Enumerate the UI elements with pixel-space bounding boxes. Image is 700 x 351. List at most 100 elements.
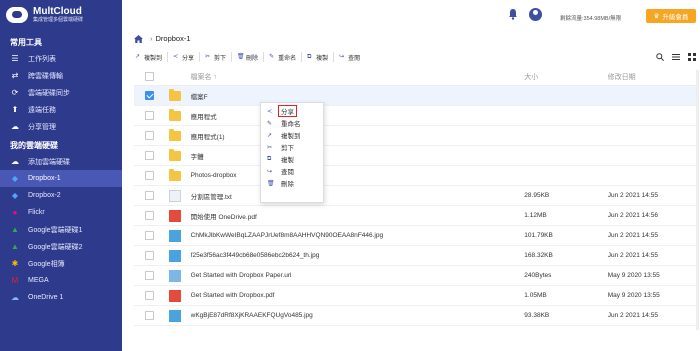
row-checkbox[interactable] [145, 91, 154, 100]
bell-icon[interactable] [507, 8, 519, 20]
table-row[interactable]: 檔案F [134, 86, 696, 106]
file-name[interactable]: Photos-dropbox [191, 172, 525, 179]
context-menu-label: 重命名 [281, 121, 301, 128]
sidebar-tool-item[interactable]: ⇄ 跨雲碟傳輸 [0, 67, 122, 84]
sidebar-tool-item[interactable]: ⟳ 雲端硬碟同步 [0, 84, 122, 101]
row-checkbox[interactable] [145, 231, 154, 240]
file-name[interactable]: Get Started with Dropbox.pdf [191, 292, 525, 299]
upgrade-button[interactable]: ♛ 升級會員 [646, 9, 696, 23]
toolbar-button-label: 分享 [182, 55, 195, 62]
sidebar-tool-item-label: 跨雲碟傳輸 [28, 72, 63, 80]
scrollbar[interactable] [696, 70, 699, 330]
toolbar-button[interactable]: ↪ 查閱 [334, 52, 365, 62]
sidebar-drive-item[interactable]: ▲ Google雲端硬碟2 [0, 238, 122, 255]
search-icon[interactable] [656, 53, 664, 61]
context-menu-item[interactable]: ✎ 重命名 [261, 117, 323, 129]
table-row[interactable]: Get Started with Dropbox.pdf 1.05MB May 9 … [134, 286, 696, 306]
table-row[interactable]: Photos-dropbox [134, 166, 696, 186]
sidebar-drive-item-label: 添加雲端硬碟 [28, 158, 70, 166]
row-checkbox[interactable] [145, 271, 154, 280]
sidebar-drive-item[interactable]: ✱ Google相簿 [0, 255, 122, 272]
logo[interactable]: MultCloud 集成管理多個雲端硬碟 [0, 0, 122, 30]
file-date: Jun 2 2021 14:56 [607, 212, 658, 219]
file-name[interactable]: Get Started with Dropbox Paper.url [191, 272, 525, 279]
drives-section-title: 我的雲端硬碟 [10, 141, 58, 150]
sidebar-tool-item[interactable]: ⬆ 遠端任務 [0, 101, 122, 118]
file-name[interactable]: 開始使用 OneDrive.pdf [191, 211, 525, 221]
traffic-remaining: 剩餘流量:354.98MB/無限 [560, 16, 622, 22]
row-checkbox[interactable] [145, 131, 154, 140]
file-name[interactable]: f25e3f56ac3f449cb68e0586ebc2b624_th.jpg [191, 252, 525, 259]
sidebar-drive-item[interactable]: ☁ OneDrive 1 [0, 289, 122, 306]
context-menu-item[interactable]: ⧉ 複製 [261, 153, 323, 165]
file-name[interactable]: 應用程式(1) [191, 131, 525, 141]
table-row[interactable]: Get Started with Dropbox Paper.url 240Byt… [134, 266, 696, 286]
sidebar-drive-item-label: Dropbox-2 [28, 192, 61, 199]
flickr-icon: ● [12, 208, 18, 217]
sidebar-drive-item[interactable]: ◆ Dropbox-2 [0, 187, 122, 204]
table-row[interactable]: 分割區管理.txt 28.95KB Jun 2 2021 14:55 [134, 186, 696, 206]
row-checkbox[interactable] [145, 211, 154, 220]
context-menu-label: 剪下 [281, 145, 294, 152]
file-name[interactable]: 分割區管理.txt [191, 191, 525, 201]
sidebar-drive-item[interactable]: ☁ 添加雲端硬碟 [0, 153, 122, 170]
toolbar-button[interactable]: ✂ 剪下 [200, 52, 233, 62]
file-name[interactable]: ChMkJlbKwWeIBqLZAAPJrUef8m8AAHHVQN90OEAA… [191, 232, 525, 239]
file-name[interactable]: 檔案F [191, 91, 525, 101]
column-size-header[interactable]: 大小 [524, 72, 607, 82]
toolbar-button[interactable]: ≺ 分享 [168, 52, 201, 62]
list-view-icon[interactable] [672, 53, 680, 61]
sidebar-drive-item[interactable]: ◆ Dropbox-1 [0, 170, 122, 187]
table-row[interactable]: wKgBjE87dRf8XjKRAAEKFQUgVo485.jpg 93.38KB… [134, 306, 696, 326]
row-checkbox[interactable] [145, 111, 154, 120]
row-checkbox[interactable] [145, 171, 154, 180]
row-checkbox[interactable] [145, 311, 154, 320]
grid-view-icon[interactable] [688, 53, 696, 61]
row-checkbox[interactable] [145, 151, 154, 160]
column-date-header[interactable]: 修改日期 [608, 72, 696, 82]
select-all-checkbox[interactable] [145, 72, 154, 81]
sidebar-tool-item-label: 分享管理 [28, 123, 56, 131]
rename-icon: ✎ [267, 120, 273, 127]
file-name[interactable]: 應用程式 [191, 111, 525, 121]
file-name[interactable]: 字體 [191, 151, 525, 161]
row-checkbox[interactable] [145, 191, 154, 200]
context-menu-item[interactable]: ↗ 複製到 [261, 129, 323, 141]
context-menu-item[interactable]: ✂ 剪下 [261, 141, 323, 153]
sidebar-drive-item[interactable]: M MEGA [0, 272, 122, 289]
file-name[interactable]: wKgBjE87dRf8XjKRAAEKFQUgVo485.jpg [191, 312, 525, 319]
toolbar-button[interactable]: 🗑 刪除 [232, 52, 265, 62]
table-row[interactable]: 開始使用 OneDrive.pdf 1.12MB Jun 2 2021 14:56 [134, 206, 696, 226]
folder-icon [168, 88, 181, 101]
file-size: 28.95KB [524, 192, 550, 199]
context-menu-item[interactable]: ≺ 分享 [261, 105, 323, 117]
tools-section-title: 常用工具 [10, 38, 42, 47]
file-date: May 9 2020 13:55 [607, 292, 660, 299]
column-name-header[interactable]: 檔案名 ↑ [190, 72, 524, 82]
row-checkbox[interactable] [145, 291, 154, 300]
context-menu: ≺ 分享 ✎ 重命名 ↗ 複製到 ✂ 剪下 ⧉ 複製 ↪ 查閱 🗑 刪除 [260, 102, 324, 203]
context-menu-item[interactable]: ↪ 查閱 [261, 165, 323, 177]
table-row[interactable]: 應用程式 [134, 106, 696, 126]
sidebar-tool-item-label: 雲端硬碟同步 [28, 89, 70, 97]
breadcrumb-current[interactable]: Dropbox-1 [156, 34, 191, 43]
sidebar-drive-item[interactable]: ▲ Google雲端硬碟1 [0, 221, 122, 238]
toolbar-button[interactable]: ↗ 複製到 [130, 52, 169, 62]
onedrive-icon: ☁ [11, 293, 19, 302]
table-row[interactable]: 字體 [134, 146, 696, 166]
sidebar-drive-item[interactable]: ● Flickr [0, 204, 122, 221]
context-menu-label: 刪除 [281, 181, 294, 188]
table-row[interactable]: 應用程式(1) [134, 126, 696, 146]
breadcrumb: › Dropbox-1 [134, 34, 191, 43]
file-size: 1.12MB [524, 212, 547, 219]
home-icon[interactable] [134, 34, 143, 43]
context-menu-item[interactable]: 🗑 刪除 [261, 177, 323, 189]
row-checkbox[interactable] [145, 251, 154, 260]
sidebar-tool-item[interactable]: ☰ 工作列表 [0, 50, 122, 67]
sidebar-tool-item[interactable]: ☁ 分享管理 [0, 118, 122, 135]
table-row[interactable]: ChMkJlbKwWeIBqLZAAPJrUef8m8AAHHVQN90OEAA… [134, 226, 696, 246]
table-row[interactable]: f25e3f56ac3f449cb68e0586ebc2b624_th.jpg 1… [134, 246, 696, 266]
toolbar-button[interactable]: ✎ 重命名 [264, 52, 303, 62]
toolbar-button[interactable]: ⧉ 複製 [302, 52, 335, 62]
avatar[interactable] [529, 8, 542, 21]
